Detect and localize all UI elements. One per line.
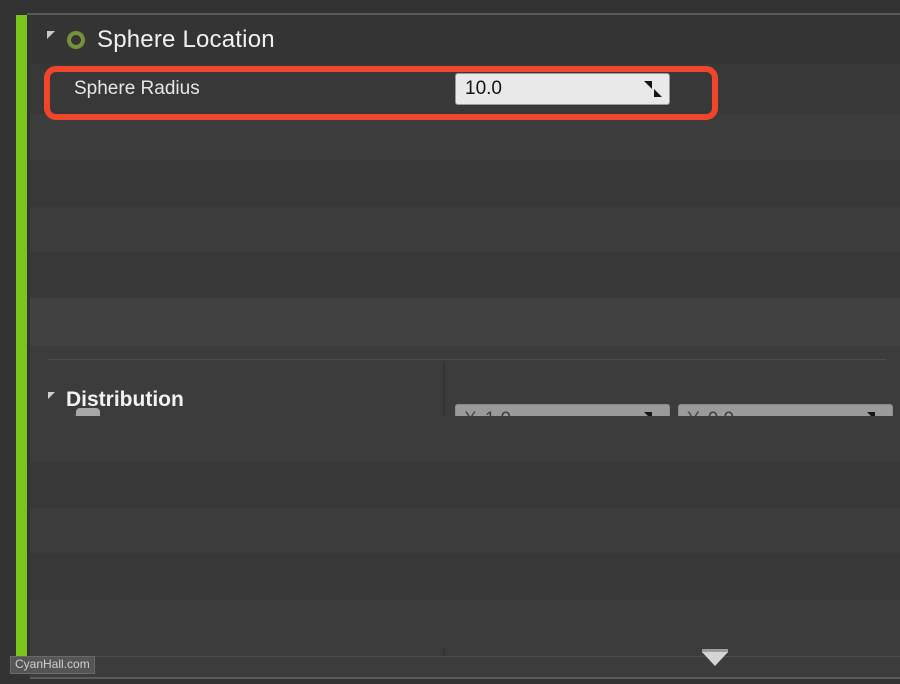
selection-highlight-bar bbox=[16, 15, 27, 673]
category-header-sphere-location[interactable]: Sphere Location bbox=[30, 16, 900, 64]
section-header-distribution[interactable]: Distribution bbox=[48, 388, 184, 412]
triangle-collapse-icon[interactable] bbox=[47, 31, 55, 47]
row-hemisphere-x[interactable]: Hemisphere X bbox=[30, 462, 900, 508]
window-top-chrome bbox=[0, 0, 900, 12]
row-sphere-radius[interactable]: Sphere Radius 10.0 bbox=[30, 64, 900, 114]
triangle-collapse-icon[interactable] bbox=[48, 392, 55, 406]
row-sphere-orientation-axis[interactable]: Sphere Orientation Axis X 1.0 Y 0.0 bbox=[30, 206, 900, 436]
spinner-drag-icon[interactable] bbox=[643, 79, 663, 99]
watermark: CyanHall.com bbox=[10, 656, 95, 674]
row-non-uniform-scale[interactable]: Non Uniform Scale X 1.0 Y 1.0 bbox=[30, 160, 900, 344]
sphere-radius-value: 10.0 bbox=[465, 78, 502, 99]
panel-bottom-divider bbox=[30, 677, 900, 679]
row-hemisphere-y[interactable]: Hemisphere Y bbox=[30, 508, 900, 554]
row-hemisphere-z[interactable]: Hemisphere Z bbox=[30, 554, 900, 600]
label-sphere-radius: Sphere Radius bbox=[74, 78, 200, 99]
category-title: Sphere Location bbox=[97, 26, 275, 53]
row-sphere-origin[interactable]: Sphere Origin PARTICLES Position bbox=[30, 252, 900, 524]
row-offset[interactable]: Offset X 0.0 Y 0.0 bbox=[30, 114, 900, 252]
panel-top-divider bbox=[27, 13, 900, 15]
panel-bottom-strip bbox=[30, 656, 900, 677]
details-panel-screenshot: Sphere Location Sphere Radius 10.0 Offse… bbox=[0, 0, 900, 684]
row-sphere-distribution[interactable]: Sphere Distribution Random bbox=[30, 416, 900, 462]
section-title-distribution: Distribution bbox=[66, 388, 184, 411]
row-sphere-coordinate-space[interactable]: Sphere Coordinate Space Local bbox=[30, 298, 900, 621]
window-left-chrome bbox=[0, 0, 16, 684]
row-surface-only-band-thickness[interactable]: Surface Only Band Thickness 0.0 bbox=[30, 600, 900, 648]
chevron-down-icon[interactable] bbox=[702, 652, 728, 666]
distribution-section-divider bbox=[48, 359, 886, 360]
ring-icon bbox=[67, 31, 85, 49]
sphere-radius-input[interactable]: 10.0 bbox=[455, 73, 670, 105]
sphere-location-panel: Sphere Location Sphere Radius 10.0 Offse… bbox=[30, 16, 900, 656]
